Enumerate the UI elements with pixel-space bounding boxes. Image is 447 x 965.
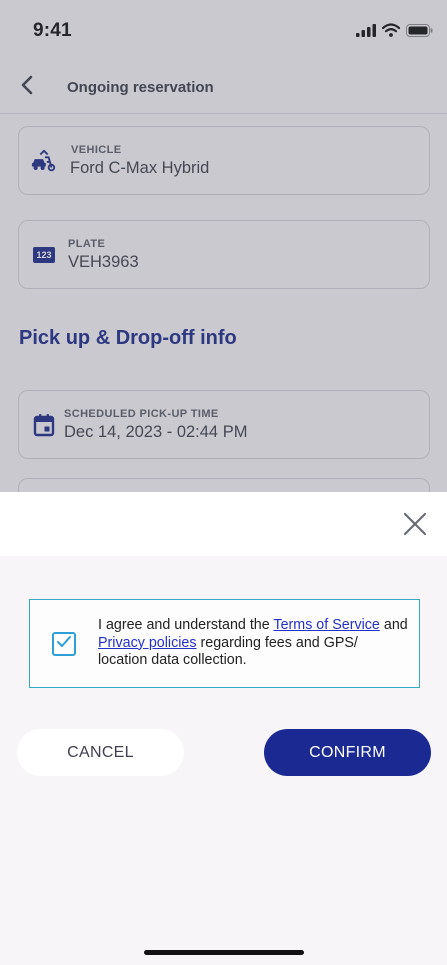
cancel-button[interactable]: CANCEL	[17, 729, 184, 776]
consent-checkbox[interactable]	[52, 632, 76, 656]
checkmark-icon	[56, 635, 72, 654]
sheet-header	[0, 492, 447, 556]
consent-text-part-2: and	[379, 617, 408, 633]
privacy-policies-link[interactable]: Privacy policies	[98, 635, 197, 651]
home-indicator	[144, 950, 304, 955]
reservation-screen: 9:41 Ongoing reservation VEHICLE Ford C-…	[0, 0, 447, 492]
consent-sheet: I agree and understand the Terms of Serv…	[0, 492, 447, 965]
consent-text-part-1: I agree and understand the	[98, 617, 274, 633]
terms-of-service-link[interactable]: Terms of Service	[273, 617, 379, 633]
consent-text: I agree and understand the Terms of Serv…	[98, 617, 408, 670]
confirm-button[interactable]: CONFIRM	[264, 729, 431, 776]
close-button[interactable]	[403, 512, 427, 536]
close-icon	[403, 512, 427, 540]
consent-box: I agree and understand the Terms of Serv…	[29, 599, 420, 688]
modal-overlay[interactable]	[0, 0, 447, 492]
